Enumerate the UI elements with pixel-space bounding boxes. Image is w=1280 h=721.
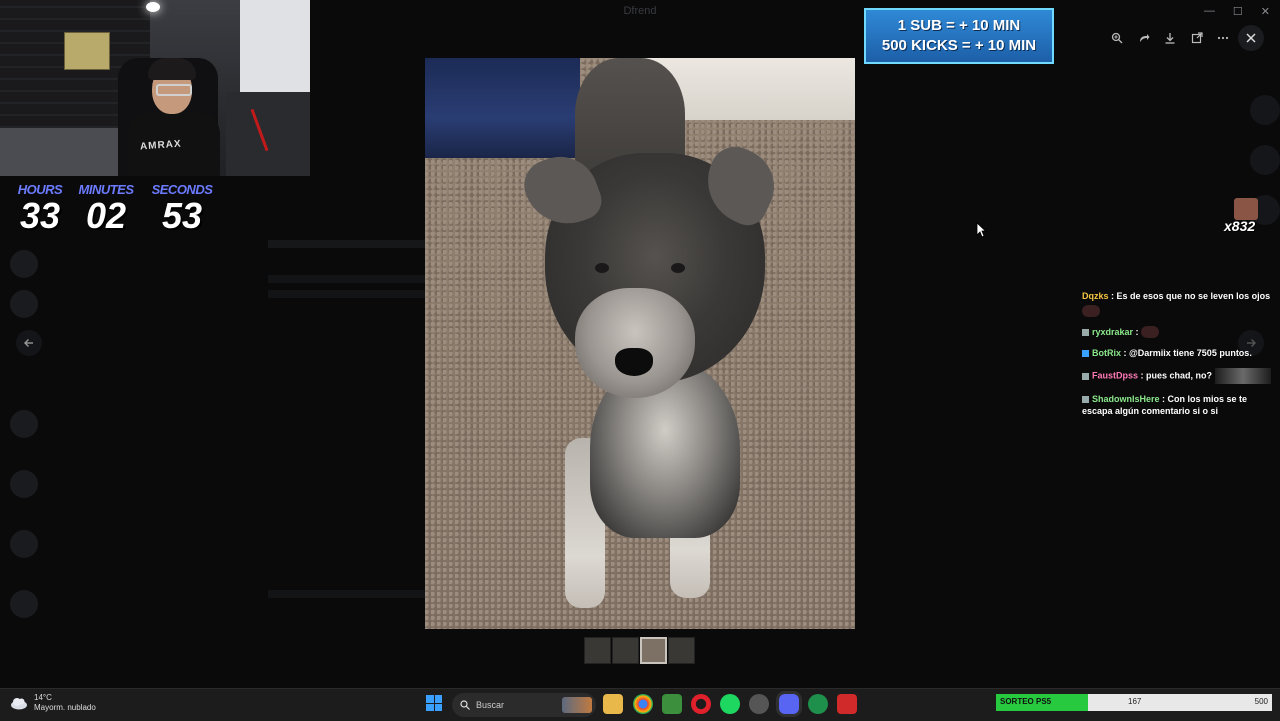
arrow-left-icon: [24, 339, 33, 347]
download-icon[interactable]: [1161, 29, 1179, 47]
chat-username: ryxdrakar: [1092, 326, 1134, 337]
sub-counter-value: x832: [1224, 218, 1256, 234]
steam-icon[interactable]: [749, 694, 769, 714]
chat-badge-icon: [1082, 328, 1089, 336]
subathon-banner: 1 SUB = + 10 MIN 500 KICKS = + 10 MIN: [864, 8, 1054, 64]
chat-username: BotRix: [1092, 348, 1121, 359]
thumbnail[interactable]: [584, 637, 611, 664]
bot-badge-icon: [1082, 350, 1089, 358]
chat-username: ShadownIsHere: [1092, 394, 1160, 405]
sorteo-label: SORTEO PS5: [1000, 697, 1052, 706]
taskbar-search[interactable]: Buscar: [452, 693, 596, 717]
forward-icon[interactable]: [1135, 29, 1153, 47]
chat-text: Es de esos que no se leven los ojos: [1116, 291, 1271, 301]
sorteo-value: 167: [1128, 697, 1142, 706]
chat-username: Dqzks: [1082, 291, 1109, 301]
stream-chat-overlay: Dqzks : Es de esos que no se leven los o…: [1082, 290, 1278, 426]
weather-temp: 14°C: [34, 693, 52, 702]
windows-taskbar: 14°C Mayorm. nublado Buscar SORTEO PS5 1…: [0, 688, 1280, 721]
timer-minutes-value: 02: [85, 195, 127, 236]
sub-counter-widget: x832: [1224, 198, 1270, 236]
open-external-icon[interactable]: [1188, 29, 1206, 47]
chat-text: pues chad, no?: [1146, 370, 1213, 381]
sorteo-progress-bar: SORTEO PS5 167 500: [996, 694, 1272, 711]
subathon-line-2: 500 KICKS = + 10 MIN: [881, 37, 1037, 54]
opera-icon[interactable]: [691, 694, 711, 714]
chat-message: ShadownIsHere : Con los mios se te escap…: [1082, 394, 1248, 417]
chat-badge-icon: [1082, 396, 1089, 404]
weather-widget[interactable]: 14°C Mayorm. nublado: [10, 693, 96, 713]
more-icon[interactable]: [1214, 29, 1232, 47]
chat-badge-icon: [1082, 372, 1089, 380]
chat-message: BotRix : @Darmiix tiene 7505 puntos.: [1082, 347, 1278, 359]
webcam-overlay: AMRAX: [0, 0, 310, 176]
window-close-icon[interactable]: ✕: [1261, 5, 1270, 18]
chat-message: FaustDpss : pues chad, no?: [1082, 368, 1278, 385]
app-icon[interactable]: [808, 694, 828, 714]
subathon-line-1: 1 SUB = + 10 MIN: [897, 17, 1021, 34]
chat-message: ryxdrakar :: [1082, 326, 1278, 339]
chat-emote-icon: [1214, 368, 1271, 385]
spotify-icon[interactable]: [720, 694, 740, 714]
viewed-image-dog: [425, 58, 855, 629]
search-highlight-icon: [562, 697, 592, 713]
channel-list-dimmed: [0, 180, 220, 680]
image-viewer-toolbar: [1108, 28, 1232, 48]
chat-text: @Darmiix tiene 7505 puntos.: [1129, 348, 1252, 359]
weather-desc: Mayorm. nublado: [34, 703, 96, 712]
streamer-face-icon: [1234, 198, 1258, 220]
sorteo-max: 500: [1254, 697, 1268, 706]
chrome-icon[interactable]: [633, 694, 653, 714]
chat-emote-icon: [1082, 304, 1100, 317]
thumbnail[interactable]: [612, 637, 639, 664]
minecraft-icon[interactable]: [662, 694, 682, 714]
close-icon: [1246, 33, 1256, 43]
windows-start-icon[interactable]: [426, 695, 442, 711]
file-explorer-icon[interactable]: [603, 694, 623, 714]
search-icon: [460, 700, 470, 710]
chat-username: FaustDpss: [1092, 370, 1139, 381]
window-controls: — ☐ ✕: [1204, 0, 1270, 22]
zoom-in-icon[interactable]: [1108, 29, 1126, 47]
stream-timer: HOURS 33 MINUTES 02 SECONDS 53: [0, 182, 240, 242]
timer-seconds-value: 53: [161, 195, 203, 236]
thumbnail[interactable]: [668, 637, 695, 664]
minimize-icon[interactable]: —: [1204, 5, 1215, 17]
chat-message: Dqzks : Es de esos que no se leven los o…: [1082, 290, 1278, 317]
thumbnail-active[interactable]: [640, 637, 667, 664]
cloud-icon: [11, 698, 27, 710]
obs-or-media-icon[interactable]: [837, 694, 857, 714]
chat-emote-icon: [1141, 326, 1160, 339]
timer-minutes: MINUTES 02: [66, 182, 146, 235]
image-thumbnail-strip: [584, 637, 695, 664]
search-placeholder: Buscar: [476, 700, 505, 710]
previous-image-button[interactable]: [16, 330, 42, 356]
maximize-icon[interactable]: ☐: [1233, 5, 1243, 18]
timer-seconds: SECONDS 53: [142, 182, 222, 235]
discord-icon[interactable]: [779, 694, 799, 714]
close-viewer-button[interactable]: [1238, 25, 1264, 51]
